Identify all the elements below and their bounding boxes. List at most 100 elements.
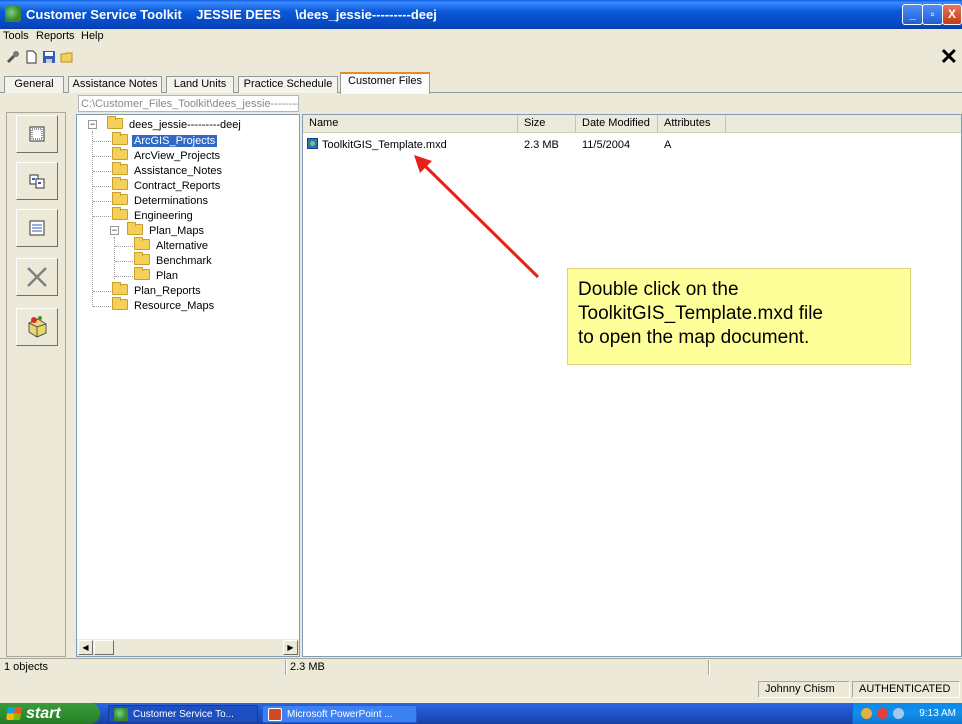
- mxd-file-icon: [307, 138, 318, 149]
- folder-icon: [112, 192, 128, 205]
- powerpoint-icon: [268, 708, 282, 721]
- file-list: Name Size Date Modified Attributes Toolk…: [302, 114, 962, 657]
- red-arrow-annotation: [414, 155, 540, 279]
- details-button[interactable]: [16, 209, 58, 247]
- tray-shield-icon[interactable]: [877, 708, 888, 719]
- calculator-icon: [29, 126, 45, 142]
- column-date-modified[interactable]: Date Modified: [576, 115, 658, 133]
- column-attributes[interactable]: Attributes: [658, 115, 726, 133]
- folder-icon: [112, 207, 128, 220]
- tab-practice-schedule[interactable]: Practice Schedule: [238, 76, 338, 93]
- tab-bar: General Assistance Notes Land Units Prac…: [0, 71, 962, 94]
- copy-icon: [29, 174, 45, 189]
- folder-tree: − dees_jessie---------deej ArcGIS_Projec…: [76, 114, 300, 657]
- tree-item-plan[interactable]: Plan: [134, 267, 180, 283]
- column-size[interactable]: Size: [518, 115, 576, 133]
- instruction-callout: Double click on the ToolkitGIS_Template.…: [567, 268, 911, 365]
- taskbar-item-powerpoint[interactable]: Microsoft PowerPoint ...: [262, 705, 417, 723]
- tree-item-arcview-projects[interactable]: ArcView_Projects: [112, 147, 222, 163]
- delete-x-icon: [27, 267, 47, 287]
- close-window-button[interactable]: X: [942, 4, 962, 25]
- save-icon[interactable]: [42, 50, 56, 64]
- folder-icon: [134, 267, 150, 280]
- taskbar: start Customer Service To... Microsoft P…: [0, 703, 962, 724]
- status-auth: AUTHENTICATED: [852, 681, 960, 698]
- folder-icon: [112, 162, 128, 175]
- minimize-button[interactable]: _: [902, 4, 923, 25]
- calculator-button[interactable]: [16, 115, 58, 153]
- menu-bar: Tools Reports Help: [0, 29, 962, 45]
- tree-item-resource-maps[interactable]: Resource_Maps: [112, 297, 216, 313]
- tree-horizontal-scrollbar[interactable]: ◀ ▶: [77, 639, 299, 656]
- tree-item-arcgis-projects[interactable]: ArcGIS_Projects: [112, 132, 218, 148]
- column-name[interactable]: Name: [303, 115, 518, 133]
- list-details-icon: [29, 220, 45, 236]
- callout-line-1: Double click on the: [578, 279, 739, 300]
- toolbox-icon: [28, 316, 47, 338]
- folder-icon: [134, 252, 150, 265]
- tree-item-contract-reports[interactable]: Contract_Reports: [112, 177, 222, 193]
- folder-icon: [127, 222, 143, 235]
- tab-customer-files[interactable]: Customer Files: [340, 72, 430, 94]
- tab-assistance-notes[interactable]: Assistance Notes: [68, 76, 162, 93]
- tree-item-plan-reports[interactable]: Plan_Reports: [112, 282, 203, 298]
- user-status-bar: Johnny Chism AUTHENTICATED: [0, 680, 962, 698]
- file-date: 11/5/2004: [582, 139, 631, 151]
- taskbar-item-customer-service[interactable]: Customer Service To...: [108, 705, 258, 723]
- system-tray: 9:13 AM: [852, 703, 962, 724]
- folder-icon: [112, 132, 128, 145]
- clock[interactable]: 9:13 AM: [919, 703, 956, 724]
- folder-icon: [112, 282, 128, 295]
- menu-tools[interactable]: Tools: [3, 30, 29, 42]
- start-button[interactable]: start: [0, 703, 100, 724]
- app-icon: [5, 6, 21, 22]
- status-bar: 1 objects 2.3 MB: [0, 658, 962, 675]
- open-folder-icon[interactable]: [60, 50, 74, 64]
- tree-root[interactable]: dees_jessie---------deej: [107, 116, 243, 132]
- folder-icon: [134, 237, 150, 250]
- copy-button[interactable]: [16, 162, 58, 200]
- path-field: C:\Customer_Files_Toolkit\dees_jessie---…: [78, 95, 299, 112]
- tree-item-assistance-notes[interactable]: Assistance_Notes: [112, 162, 224, 178]
- menu-reports[interactable]: Reports: [36, 30, 75, 42]
- maximize-button[interactable]: ▫: [922, 4, 943, 25]
- callout-line-3: to open the map document.: [578, 327, 810, 348]
- status-size: 2.3 MB: [290, 661, 325, 673]
- tab-land-units[interactable]: Land Units: [166, 76, 234, 93]
- status-objects: 1 objects: [4, 661, 49, 673]
- tree-item-plan-maps[interactable]: Plan_Maps: [127, 222, 206, 238]
- toolkit-app-icon: [114, 708, 128, 721]
- toolbar: ✕: [0, 45, 962, 71]
- tree-item-determinations[interactable]: Determinations: [112, 192, 210, 208]
- tray-network-icon[interactable]: [893, 708, 904, 719]
- folder-icon: [112, 147, 128, 160]
- scroll-right-arrow[interactable]: ▶: [283, 640, 298, 655]
- tab-general[interactable]: General: [4, 76, 64, 93]
- tree-item-benchmark[interactable]: Benchmark: [134, 252, 214, 268]
- left-button-panel: [6, 112, 66, 657]
- folder-icon: [107, 116, 123, 129]
- file-row[interactable]: ToolkitGIS_Template.mxd 2.3 MB 11/5/2004…: [303, 138, 961, 154]
- new-file-icon[interactable]: [24, 50, 38, 64]
- scroll-left-arrow[interactable]: ◀: [78, 640, 93, 655]
- file-list-header: Name Size Date Modified Attributes: [303, 115, 961, 133]
- tray-icon-1[interactable]: [861, 708, 872, 719]
- expander-plan-maps[interactable]: −: [110, 226, 119, 235]
- scroll-thumb[interactable]: [94, 640, 114, 655]
- callout-line-2: ToolkitGIS_Template.mxd file: [578, 303, 823, 324]
- tree-item-alternative[interactable]: Alternative: [134, 237, 210, 253]
- menu-help[interactable]: Help: [81, 30, 104, 42]
- status-user: Johnny Chism: [758, 681, 850, 698]
- expander-root[interactable]: −: [88, 120, 97, 129]
- file-name: ToolkitGIS_Template.mxd: [322, 139, 447, 151]
- wrench-icon[interactable]: [6, 50, 20, 64]
- toolkit-button[interactable]: [16, 308, 58, 346]
- windows-flag-icon: [6, 707, 22, 720]
- delete-button[interactable]: [16, 258, 58, 296]
- window-title: Customer Service Toolkit JESSIE DEES \de…: [26, 7, 437, 22]
- file-size: 2.3 MB: [524, 139, 559, 151]
- folder-icon: [112, 297, 128, 310]
- close-toolkit-icon[interactable]: ✕: [940, 46, 958, 68]
- title-bar: Customer Service Toolkit JESSIE DEES \de…: [0, 0, 962, 29]
- tree-item-engineering[interactable]: Engineering: [112, 207, 195, 223]
